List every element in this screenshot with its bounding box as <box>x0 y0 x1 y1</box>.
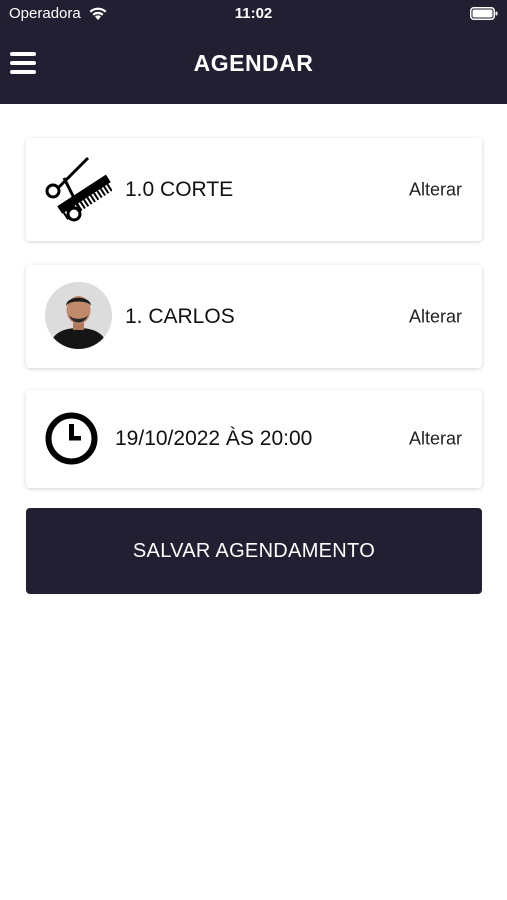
change-service-link[interactable]: Alterar <box>409 179 462 200</box>
status-bar: Operadora 11:02 <box>0 0 507 28</box>
clock-icon <box>45 412 98 465</box>
service-card[interactable]: 1.0 CORTE Alterar <box>26 138 482 241</box>
save-appointment-button[interactable]: SALVAR AGENDAMENTO <box>26 508 482 594</box>
app-header: Operadora 11:02 AGENDAR <box>0 0 507 104</box>
battery-icon <box>470 7 498 20</box>
professional-label: 1. CARLOS <box>125 304 235 328</box>
change-datetime-link[interactable]: Alterar <box>409 429 462 450</box>
scissors-comb-icon <box>45 156 112 222</box>
page-title: AGENDAR <box>193 50 314 76</box>
professional-card[interactable]: 1. CARLOS Alterar <box>26 265 482 368</box>
avatar-image <box>45 282 112 349</box>
status-time: 11:02 <box>234 5 273 22</box>
avatar <box>45 282 112 349</box>
service-label: 1.0 CORTE <box>125 177 234 201</box>
datetime-card[interactable]: 19/10/2022 ÀS 20:00 Alterar <box>26 390 482 488</box>
change-professional-link[interactable]: Alterar <box>409 306 462 327</box>
datetime-label: 19/10/2022 ÀS 20:00 <box>115 427 313 450</box>
